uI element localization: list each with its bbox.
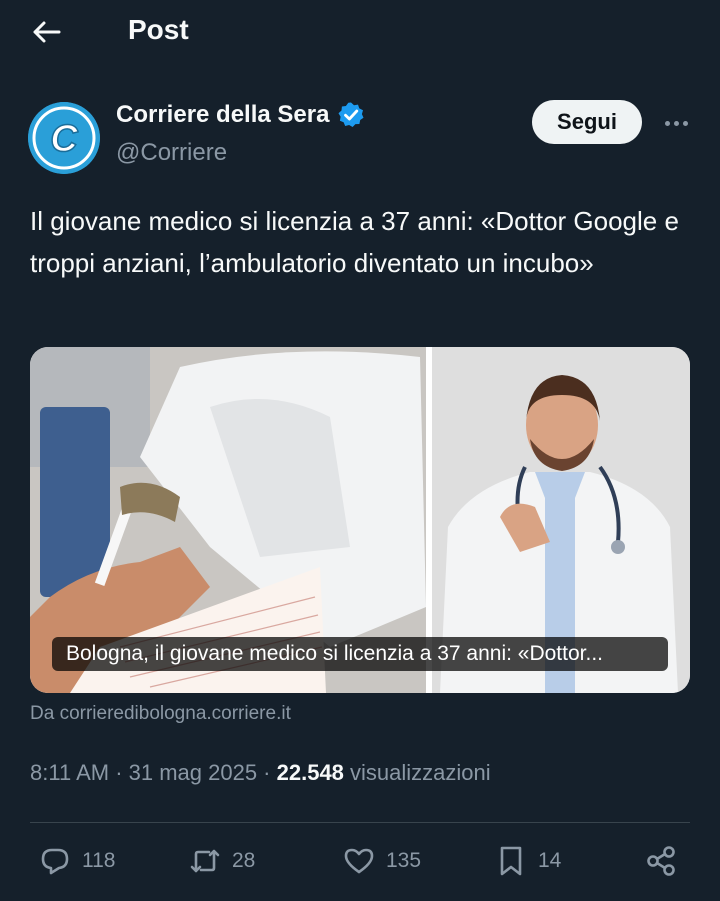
views-count: 22.548 [276, 760, 344, 785]
back-button[interactable] [26, 14, 66, 50]
link-source[interactable]: Da corrieredibologna.corriere.it [30, 703, 291, 725]
card-caption: Bologna, il giovane medico si licenzia a… [52, 637, 668, 671]
share-button[interactable] [644, 844, 678, 878]
post-text: Il giovane medico si licenzia a 37 anni:… [30, 206, 679, 278]
bookmark-icon [500, 846, 522, 876]
repost-count: 28 [232, 849, 256, 872]
more-dot-icon [673, 120, 679, 126]
verified-badge-icon [337, 101, 365, 129]
share-icon [647, 846, 675, 876]
link-preview-card[interactable]: Bologna, il giovane medico si licenzia a… [30, 347, 690, 693]
reply-icon [41, 848, 69, 875]
follow-button[interactable]: Segui [532, 100, 642, 144]
repost-icon [190, 849, 220, 873]
avatar[interactable]: C [28, 102, 100, 174]
views-label: visualizzazioni [343, 760, 491, 785]
bookmark-button[interactable]: 14 [494, 844, 561, 878]
author-name-row[interactable]: Corriere della Sera [116, 101, 365, 129]
action-bar: 118 28 135 14 [0, 840, 720, 890]
more-dot-icon [682, 120, 688, 126]
reply-count: 118 [82, 849, 116, 872]
bookmark-count: 14 [538, 849, 562, 872]
reply-button[interactable]: 118 [38, 844, 115, 878]
arrow-left-icon [33, 21, 61, 43]
author-handle[interactable]: @Corriere [116, 139, 227, 167]
author-name[interactable]: Corriere della Sera [116, 101, 329, 129]
repost-button[interactable]: 28 [188, 844, 255, 878]
divider [30, 822, 690, 823]
like-button[interactable]: 135 [342, 844, 421, 878]
avatar-letter: C [50, 118, 78, 160]
page-title: Post [128, 14, 189, 45]
heart-icon [344, 848, 374, 874]
post-meta: 8:11 AM · 31 mag 2025 · 22.548 visualizz… [30, 760, 491, 786]
corriere-logo-icon: C [28, 102, 100, 174]
post-timestamp: 8:11 AM · 31 mag 2025 · [30, 760, 277, 785]
like-count: 135 [386, 849, 422, 872]
more-dot-icon [664, 120, 670, 126]
more-options-button[interactable] [656, 108, 696, 138]
top-bar: Post [0, 0, 720, 64]
